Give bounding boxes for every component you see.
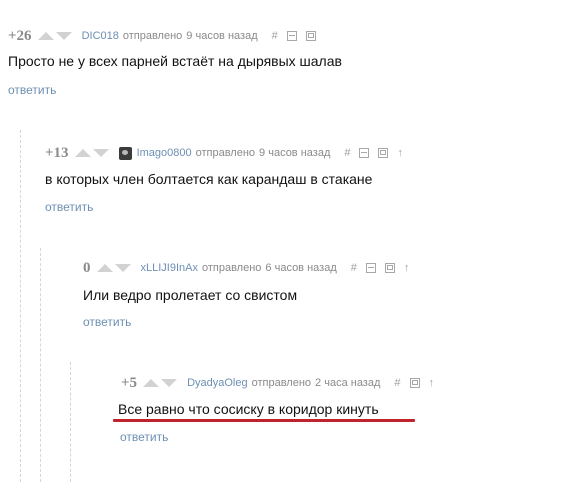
comment-text: в которых член болтается как карандаш в … [45,171,373,187]
reply-link[interactable]: ответить [120,430,168,444]
link-icon[interactable]: # [344,147,350,159]
comment-time[interactable]: 9 часов назад [259,147,330,159]
save-icon[interactable] [409,378,420,388]
comment-meta: 0 xLLIJI9InAx отправлено 6 часов назад #… [83,259,418,277]
comment-author[interactable]: DyadyaOleg [187,377,248,389]
comment-sent-label: отправлено [195,147,256,159]
save-icon[interactable] [384,263,395,273]
comment-meta: +13 Imago0800 отправлено 9 часов назад #… [45,144,412,162]
parent-arrow-icon[interactable]: ↑ [397,147,403,159]
comment-author[interactable]: DIC018 [82,30,119,42]
comment-rating: +13 [45,144,69,161]
save-icon[interactable] [378,148,389,158]
vote-down-icon[interactable] [114,264,131,272]
highlight-underline [113,419,415,422]
thread-line-level-2 [40,248,41,482]
link-icon[interactable]: # [272,30,278,42]
comment-meta: +5 DyadyaOleg отправлено 2 часа назад # … [121,374,443,392]
avatar[interactable] [118,146,132,160]
vote-up-icon[interactable] [37,32,54,40]
reply-link[interactable]: ответить [8,83,56,97]
vote-up-icon[interactable] [96,264,113,272]
comment-time[interactable]: 6 часов назад [265,262,336,274]
comment-time[interactable]: 2 часа назад [315,377,380,389]
vote-down-icon[interactable] [161,379,178,387]
comment-sent-label: отправлено [251,377,312,389]
vote-down-icon[interactable] [55,32,72,40]
reply-link[interactable]: ответить [83,315,131,329]
comment-rating: 0 [83,259,91,276]
save-icon[interactable] [305,31,316,41]
thread-line-level-3 [70,362,71,482]
comment-text: Просто не у всех парней встаёт на дырявы… [8,53,342,69]
comment-text: Все равно что сосиску в коридор кинуть [118,401,379,417]
vote-up-icon[interactable] [74,149,91,157]
collapse-icon[interactable] [365,263,376,273]
vote-up-icon[interactable] [143,379,160,387]
comment-author[interactable]: xLLIJI9InAx [141,262,198,274]
comment-sent-label: отправлено [201,262,262,274]
comment-time[interactable]: 9 часов назад [186,30,257,42]
reply-link[interactable]: ответить [45,200,93,214]
comment-rating: +26 [8,27,32,44]
comment-sent-label: отправлено [122,30,183,42]
link-icon[interactable]: # [394,377,400,389]
comment-meta: +26 DIC018 отправлено 9 часов назад # [8,27,325,45]
comment-text: Или ведро пролетает со свистом [83,287,298,303]
collapse-icon[interactable] [286,31,297,41]
link-icon[interactable]: # [351,262,357,274]
comment-author[interactable]: Imago0800 [137,147,192,159]
comment-rating: +5 [121,374,138,391]
collapse-icon[interactable] [359,148,370,158]
vote-down-icon[interactable] [92,149,109,157]
parent-arrow-icon[interactable]: ↑ [429,377,435,389]
parent-arrow-icon[interactable]: ↑ [404,262,410,274]
thread-line-level-1 [20,130,21,482]
